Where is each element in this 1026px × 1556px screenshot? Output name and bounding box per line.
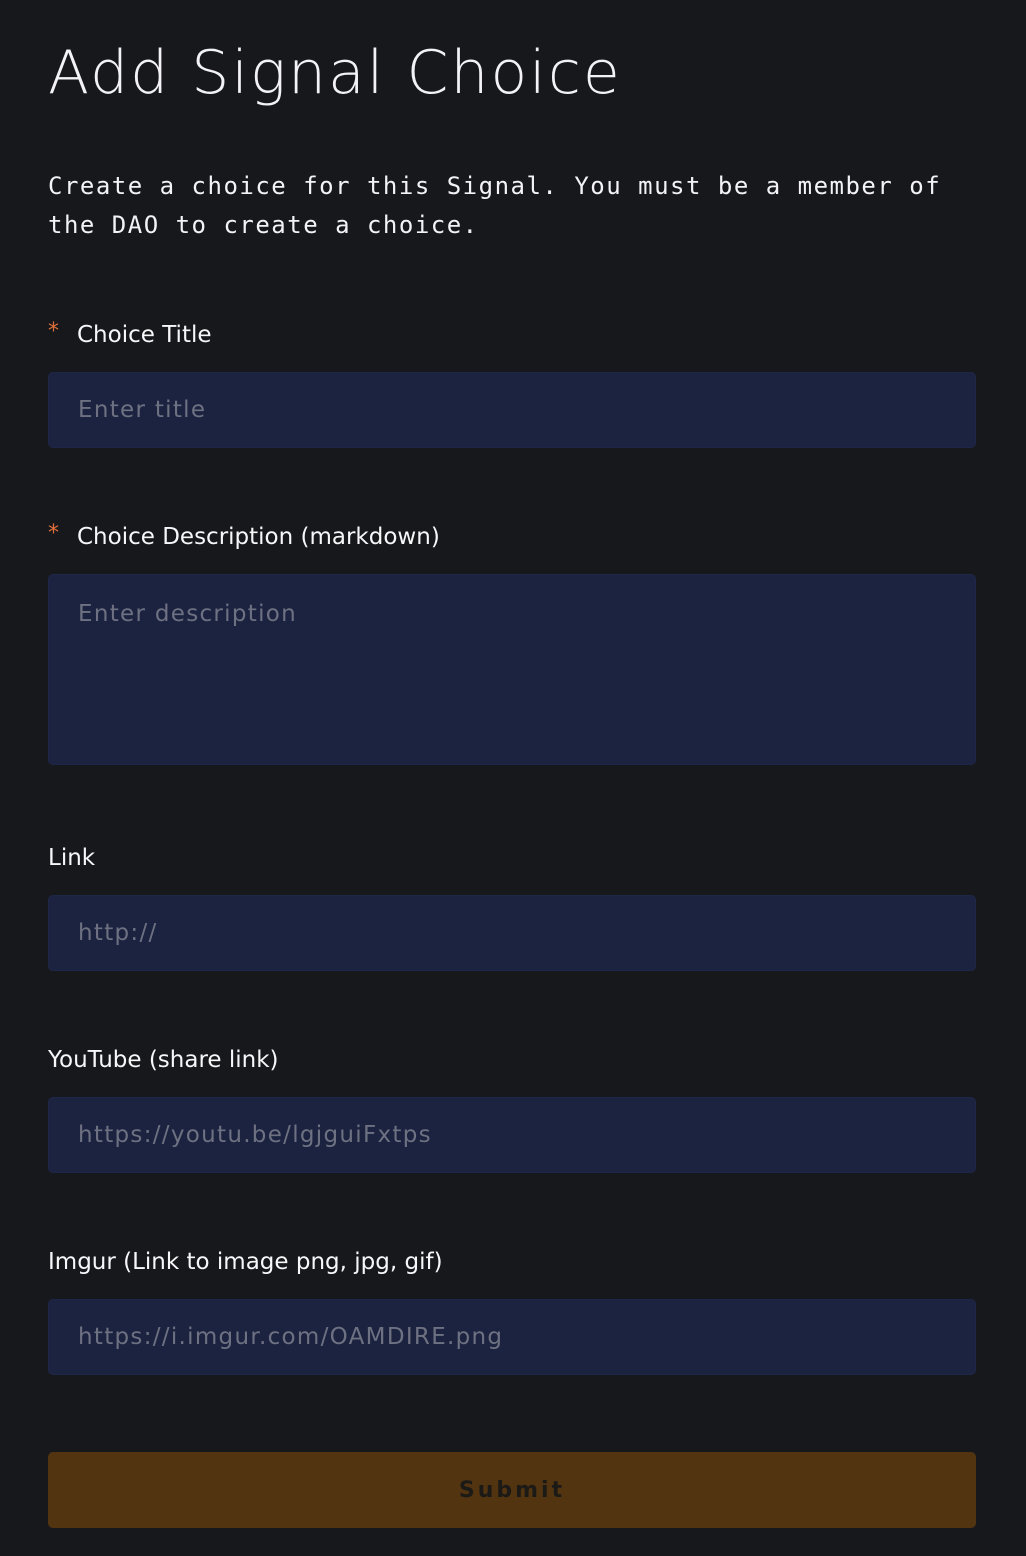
imgur-label: Imgur (Link to image png, jpg, gif) [48, 1249, 443, 1275]
link-input[interactable] [48, 895, 976, 971]
choice-title-label: * Choice Title [48, 318, 212, 349]
choice-description-label-text: Choice Description (markdown) [77, 524, 440, 550]
link-label: Link [48, 845, 95, 871]
youtube-label-text: YouTube (share link) [48, 1047, 279, 1073]
submit-button[interactable]: Submit [48, 1452, 976, 1528]
imgur-link-input[interactable] [48, 1299, 976, 1375]
intro-text: Create a choice for this Signal. You mus… [48, 172, 942, 239]
youtube-link-input[interactable] [48, 1097, 976, 1173]
required-mark: * [48, 520, 59, 546]
page-title: Add Signal Choice [48, 38, 622, 108]
link-label-text: Link [48, 845, 96, 871]
required-mark: * [48, 318, 59, 344]
choice-description-textarea[interactable] [48, 574, 976, 765]
choice-title-label-text: Choice Title [77, 322, 212, 348]
youtube-label: YouTube (share link) [48, 1047, 279, 1073]
imgur-label-text: Imgur (Link to image png, jpg, gif) [48, 1249, 443, 1275]
choice-description-label: * Choice Description (markdown) [48, 520, 440, 551]
choice-title-input[interactable] [48, 372, 976, 448]
